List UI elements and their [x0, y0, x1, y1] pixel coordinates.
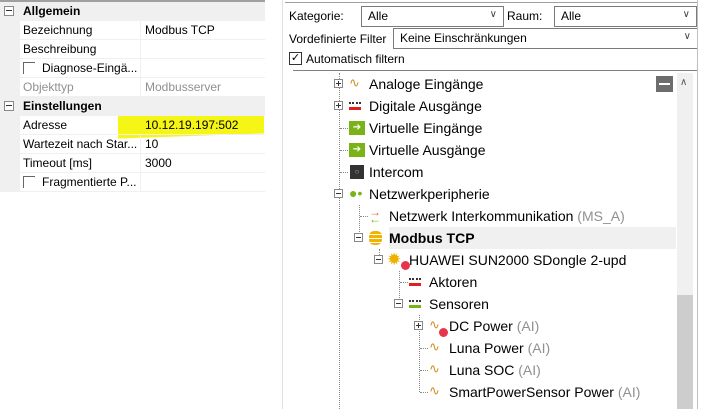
kategorie-label: Kategorie: — [289, 9, 344, 23]
minus-icon — [659, 83, 670, 85]
analog-input-icon: ∿ — [349, 75, 360, 90]
checkbox-fragmentierte[interactable] — [23, 176, 35, 188]
property-objekttyp: Objekttyp Modbusserver — [0, 78, 265, 97]
kategorie-select[interactable]: Alle ∨ — [361, 6, 504, 27]
property-timeout[interactable]: Timeout [ms] 3000 — [0, 154, 265, 173]
object-browser: Kategorie: Alle ∨ Raum: Alle ∨ Vordefinier… — [285, 0, 702, 409]
property-diagnose[interactable]: Diagnose-Eingä... — [0, 59, 265, 78]
vordefinierte-filter-select[interactable]: Keine Einschränkungen ∨ — [393, 28, 698, 49]
vertical-scrollbar[interactable]: ∧ — [677, 73, 693, 409]
checkmark-icon: ✓ — [289, 52, 302, 65]
digital-output-icon — [349, 102, 361, 110]
error-indicator-icon — [439, 328, 448, 337]
raum-select[interactable]: Alle ∨ — [554, 6, 697, 27]
collapse-icon[interactable] — [4, 101, 14, 111]
property-beschreibung[interactable]: Beschreibung — [0, 40, 265, 59]
chevron-down-icon: ∨ — [682, 9, 690, 20]
scroll-up-icon[interactable]: ∧ — [680, 77, 687, 88]
property-bezeichnung[interactable]: Bezeichnung Modbus TCP — [0, 21, 265, 40]
database-icon — [369, 231, 382, 245]
collapse-icon[interactable] — [374, 255, 383, 264]
vordefinierte-filter-label: Vordefinierte Filter — [289, 32, 387, 46]
chevron-down-icon: ∨ — [683, 31, 691, 42]
collapse-all-button[interactable] — [656, 76, 673, 92]
property-fragmentierte[interactable]: Fragmentierte P... — [0, 173, 265, 192]
intercommunication-icon: → ← — [369, 205, 381, 226]
collapse-icon[interactable] — [354, 233, 363, 242]
property-adresse[interactable]: Adresse 10.12.19.197:502 — [0, 116, 265, 135]
expand-icon[interactable] — [334, 79, 343, 88]
category-einstellungen[interactable]: Einstellungen — [0, 97, 265, 116]
virtual-input-icon: ➔ — [349, 121, 365, 135]
collapse-icon[interactable] — [334, 189, 343, 198]
auto-filter-checkbox[interactable]: ✓ Automatisch filtern — [289, 51, 489, 67]
network-icon: ●• — [349, 185, 363, 201]
property-wartezeit[interactable]: Wartezeit nach Star... 10 — [0, 135, 265, 154]
chevron-down-icon: ∨ — [489, 9, 497, 20]
sensors-icon — [409, 300, 421, 308]
analog-input-icon: ∿ — [429, 339, 440, 354]
collapse-icon[interactable] — [394, 299, 403, 308]
analog-input-icon: ∿ — [429, 361, 440, 376]
checkbox-diagnose[interactable] — [23, 62, 35, 74]
scrollbar-thumb[interactable] — [677, 295, 693, 409]
actuators-icon — [409, 278, 421, 286]
virtual-output-icon: ➔ — [349, 143, 365, 157]
splitter[interactable] — [282, 0, 283, 409]
intercom-icon: ○ — [350, 165, 364, 179]
category-allgemein[interactable]: Allgemein — [0, 2, 265, 21]
expand-icon[interactable] — [414, 321, 423, 330]
analog-input-icon: ∿ — [429, 383, 440, 398]
collapse-icon[interactable] — [4, 6, 14, 16]
expand-icon[interactable] — [334, 101, 343, 110]
property-grid: Allgemein Bezeichnung Modbus TCP Beschre… — [0, 0, 265, 409]
raum-label: Raum: — [507, 9, 543, 23]
